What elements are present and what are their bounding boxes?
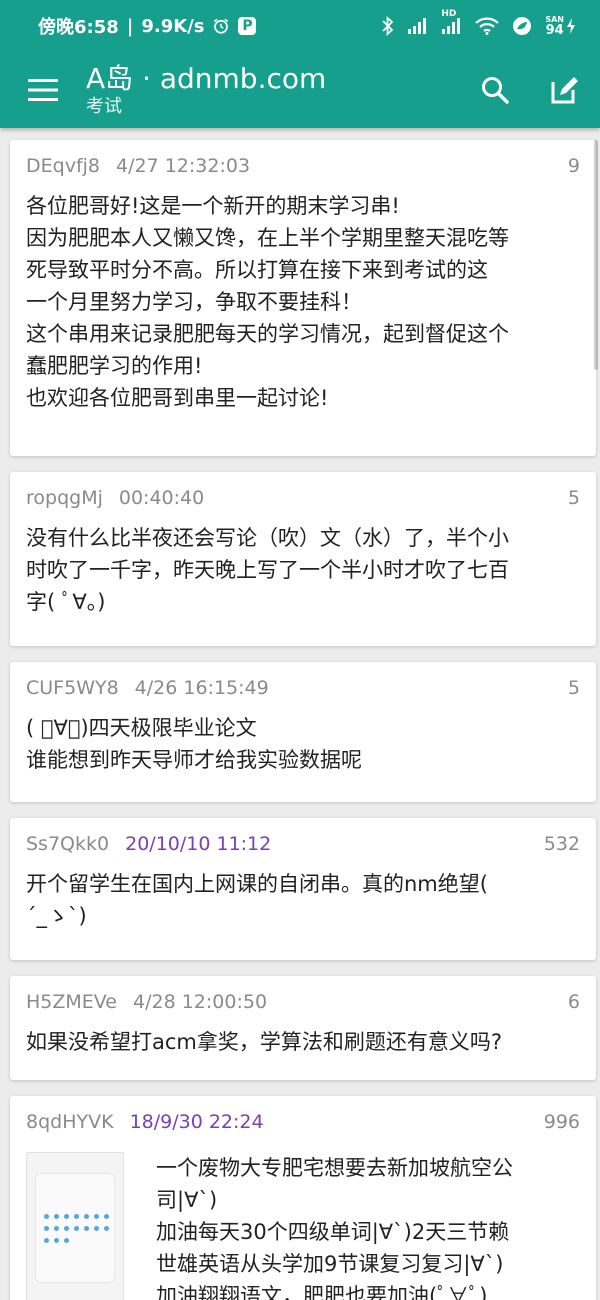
thread-uid: 8qdHYVK [26, 1111, 114, 1133]
title-block: A岛 · adnmb.com 考试 [86, 62, 326, 118]
compose-button[interactable] [530, 52, 600, 128]
status-separator: | [126, 15, 134, 37]
reply-count: 996 [543, 1111, 580, 1133]
content-line: 司|∀`) [156, 1188, 218, 1212]
thread-card[interactable]: 8qdHYVK 18/9/30 22:24 996 一个废物大专肥宅想要去新加坡… [10, 1096, 596, 1300]
content-line: 世雄英语从头学加9节课复习复习|∀`) [156, 1252, 504, 1276]
compose-icon [551, 77, 578, 104]
thread-uid: Ss7Qkk0 [26, 833, 110, 855]
thread-time: 00:40:40 [118, 487, 205, 509]
thread-card[interactable]: H5ZMEVe 4/28 12:00:50 6 如果没希望打acm拿奖，学算法和… [10, 976, 596, 1080]
battery-indicator: SAN 94 [545, 15, 576, 37]
thread-card[interactable]: DEqvfj8 4/27 12:32:03 9 各位肥哥好!这是一个新开的期末学… [10, 140, 596, 456]
content-line: ´_ゝ`) [26, 904, 87, 928]
content-line: 这个串用来记录肥肥每天的学习情况，起到督促这个 [26, 322, 509, 346]
signal-hd-label: HD [441, 9, 457, 19]
reply-count: 9 [567, 155, 580, 177]
forum-subtitle: 考试 [86, 96, 122, 117]
charging-icon [567, 18, 575, 34]
content-line: 一个废物大专肥宅想要去新加坡航空公 [156, 1156, 513, 1180]
menu-icon [28, 79, 58, 101]
wifi-icon [475, 17, 500, 35]
search-button[interactable] [460, 52, 530, 128]
thread-card[interactable]: Ss7Qkk0 20/10/10 11:12 532 开个留学生在国内上网课的自… [10, 818, 596, 960]
content-line: 也欢迎各位肥哥到串里一起讨论! [26, 386, 329, 410]
thread-content: 没有什么比半夜还会写论（吹）文（水）了，半个小 时吹了一千字，昨天晚上写了一个半… [26, 522, 580, 618]
leaf-icon [511, 16, 533, 36]
thread-time: 20/10/10 11:12 [125, 833, 272, 855]
thread-content: 一个废物大专肥宅想要去新加坡航空公 司|∀`) 加油每天30个四级单词|∀`)2… [156, 1152, 513, 1300]
status-bar: 傍晚6:58 | 9.9K/s P HD SAN 94 [0, 0, 600, 52]
thread-uid: DEqvfj8 [26, 155, 100, 177]
content-line: 各位肥哥好!这是一个新开的期末学习串! [26, 194, 400, 218]
status-net-speed: 9.9K/s [141, 15, 205, 37]
content-line: ( ﾟ∀。)四天极限毕业论文 [26, 716, 257, 740]
menu-button[interactable] [0, 52, 86, 128]
signal-hd-icon: HD [441, 9, 463, 35]
thread-content: 开个留学生在国内上网课的自闭串。真的nm绝望( ´_ゝ`) [26, 868, 580, 932]
content-line: 死导致平时分不高。所以打算在接下来到考试的这 [26, 258, 488, 282]
thread-card[interactable]: ropqgMj 00:40:40 5 没有什么比半夜还会写论（吹）文（水）了，半… [10, 472, 596, 646]
battery-level: 94 [545, 23, 564, 38]
thread-content: 各位肥哥好!这是一个新开的期末学习串! 因为肥肥本人又懒又馋，在上半个学期里整天… [26, 190, 580, 414]
content-line: 如果没希望打acm拿奖，学算法和刷题还有意义吗? [26, 1030, 503, 1054]
content-line: 一个月里努力学习，争取不要挂科！ [26, 290, 362, 314]
app-bar: 傍晚6:58 | 9.9K/s P HD SAN 94 A岛 · adnmb.c… [0, 0, 600, 128]
content-line: 字( ﾟ∀。) [26, 590, 106, 614]
thread-time: 18/9/30 22:24 [129, 1111, 264, 1133]
thumbnail-calendar-graphic [35, 1173, 115, 1283]
content-line: 谁能想到昨天导师才给我实验数据呢 [26, 748, 362, 772]
app-title: A岛 · adnmb.com [86, 62, 327, 95]
content-line: 加油每天30个四级单词|∀`)2天三节赖 [156, 1220, 510, 1244]
toolbar: A岛 · adnmb.com 考试 [0, 52, 600, 128]
status-time: 傍晚6:58 [38, 17, 119, 38]
content-line: 时吹了一千字，昨天晚上写了一个半小时才吹了七百 [26, 558, 509, 582]
alarm-icon [212, 17, 230, 35]
thread-thumbnail-image[interactable] [26, 1152, 124, 1300]
reply-count: 5 [567, 677, 580, 699]
content-line: 没有什么比半夜还会写论（吹）文（水）了，半个小 [26, 526, 509, 550]
thread-card[interactable]: CUF5WY8 4/26 16:15:49 5 ( ﾟ∀。)四天极限毕业论文 谁… [10, 662, 596, 802]
reply-count: 532 [543, 833, 580, 855]
thread-uid: CUF5WY8 [26, 677, 119, 699]
thread-uid: ropqgMj [26, 487, 103, 509]
thread-time: 4/28 12:00:50 [133, 991, 268, 1013]
thread-content: ( ﾟ∀。)四天极限毕业论文 谁能想到昨天导师才给我实验数据呢 [26, 712, 580, 776]
signal-icon [407, 17, 429, 35]
search-icon [482, 77, 509, 104]
scrollbar[interactable] [594, 140, 598, 370]
thread-time: 4/26 16:15:49 [134, 677, 269, 699]
reply-count: 5 [567, 487, 580, 509]
bluetooth-icon [381, 16, 395, 36]
reply-count: 6 [567, 991, 580, 1013]
thread-time: 4/27 12:32:03 [116, 155, 251, 177]
content-line: 加油翔翔语文，肥肥也要加油(ﾟ∀ﾟ) [156, 1284, 488, 1300]
content-line: 蠢肥肥学习的作用! [26, 354, 203, 378]
thread-content: 如果没希望打acm拿奖，学算法和刷题还有意义吗? [26, 1026, 580, 1058]
parking-app-icon: P [238, 17, 257, 35]
thread-uid: H5ZMEVe [26, 991, 118, 1013]
content-line: 因为肥肥本人又懒又馋，在上半个学期里整天混吃等 [26, 226, 509, 250]
content-line: 开个留学生在国内上网课的自闭串。真的nm绝望( [26, 872, 488, 896]
